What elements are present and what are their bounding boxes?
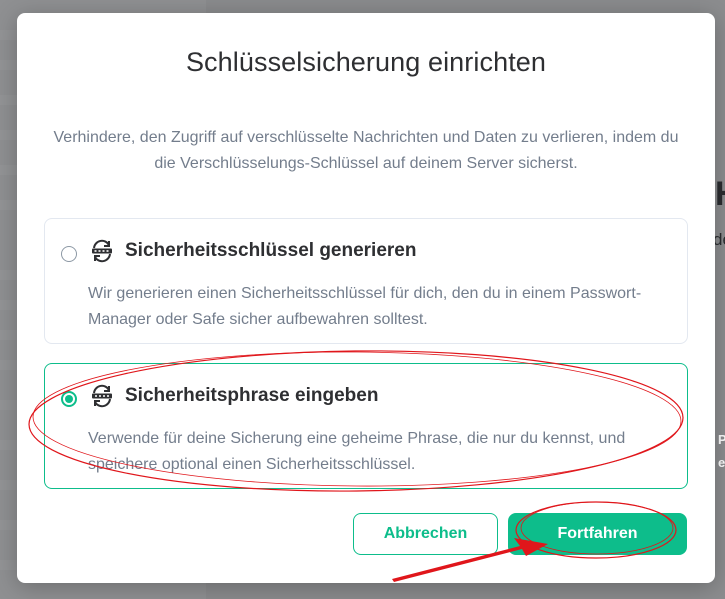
option-security-phrase-description: Verwende für deine Sicherung eine geheim…: [88, 430, 626, 473]
password-sync-icon: [90, 384, 114, 408]
dialog-description: Verhindere, den Zugriff auf verschlüssel…: [53, 129, 679, 172]
radio-generate-key[interactable]: [61, 246, 77, 262]
key-backup-dialog: Schlüsselsicherung einrichten Verhindere…: [17, 13, 715, 583]
background-glyph-e: e: [718, 455, 725, 470]
option-generate-key[interactable]: Sicherheitsschlüssel generieren Wir gene…: [44, 218, 688, 344]
cancel-button[interactable]: Abbrechen: [353, 513, 498, 555]
option-generate-key-description: Wir generieren einen Sicherheitsschlüsse…: [88, 285, 642, 328]
background-glyph-p: P: [718, 432, 725, 447]
option-generate-key-title: Sicherheitsschlüssel generieren: [125, 240, 417, 261]
background-glyph-h: H: [715, 175, 725, 214]
dialog-title: Schlüsselsicherung einrichten: [185, 47, 547, 77]
option-security-phrase[interactable]: Sicherheitsphrase eingeben Verwende für …: [44, 363, 688, 489]
continue-button[interactable]: Fortfahren: [508, 513, 687, 555]
radio-security-phrase[interactable]: [61, 391, 77, 407]
key-sync-icon: [90, 239, 114, 263]
option-security-phrase-title: Sicherheitsphrase eingeben: [125, 385, 379, 406]
